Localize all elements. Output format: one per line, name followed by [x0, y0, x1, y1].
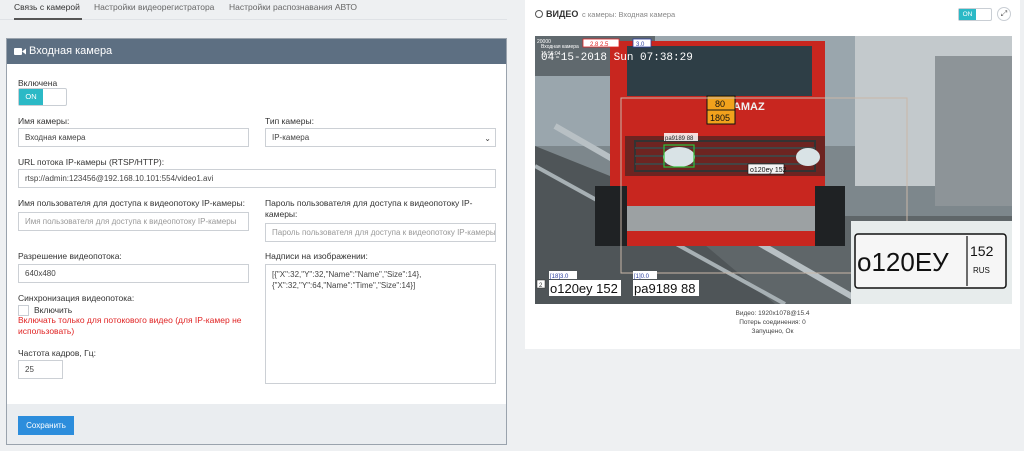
video-subtitle: с камеры: Входная камера [582, 10, 676, 19]
camera-type-label: Тип камеры: [265, 116, 314, 126]
tab-recognition-settings[interactable]: Настройки распознавания АВТО [229, 0, 357, 20]
overlay-label: Надписи на изображении: [265, 251, 368, 261]
video-status-resolution: Видео: 1920x1078@15.4 [735, 310, 810, 317]
panel-title: Входная камера [29, 45, 113, 57]
stream-url-label: URL потока IP-камеры (RTSP/HTTP): [18, 157, 165, 167]
video-toggle[interactable]: ON [958, 8, 992, 21]
overlay-blue-box-label: 3.0 [636, 42, 645, 48]
expand-icon[interactable]: ⤢ [997, 7, 1011, 21]
result-2-tag: [1]0.0 [634, 274, 650, 280]
enabled-toggle[interactable]: ON [18, 88, 67, 106]
camera-type-value: IP-камера [272, 133, 310, 142]
zoom-plate-number: о120ЕУ [857, 247, 949, 277]
camera-type-select[interactable]: IP-камера ⌄ [265, 128, 496, 147]
panel-footer: Сохранить [7, 404, 506, 444]
stream-password-input[interactable]: Пароль пользователя для доступа к видеоп… [265, 223, 496, 242]
video-title: ВИДЕО [546, 9, 579, 19]
fps-input[interactable]: 25 [18, 360, 63, 379]
result-1-tag: [18]3.0 [550, 274, 569, 280]
overlay-red-box-label: 2.8 2.5 [590, 42, 609, 48]
stream-url-input[interactable]: rtsp://admin:123456@192.168.10.101:554/v… [18, 169, 496, 188]
stream-user-input[interactable]: Имя пользователя для доступа к видеопото… [18, 212, 249, 231]
stream-user-label: Имя пользователя для доступа к видеопото… [18, 198, 245, 208]
camera-settings-panel: Входная камера Включена ON Имя камеры: В… [6, 38, 507, 445]
clock-icon [535, 10, 543, 18]
chevron-down-icon: ⌄ [484, 134, 491, 143]
resolution-label: Разрешение видеопотока: [18, 251, 122, 261]
overlay-camera-name: Входная камера [541, 44, 579, 50]
video-status-connection-loss: Потерь соединения: 0 [739, 319, 806, 326]
overlay-timestamp: 04-15-2018 Sun 07:38:29 [541, 52, 693, 64]
tab-recorder-settings[interactable]: Настройки видеорегистратора [94, 0, 214, 20]
tab-camera-connection[interactable]: Связь с камерой [14, 0, 82, 20]
hazard-bottom-text: 1805 [710, 113, 730, 123]
panel-header: Входная камера [7, 39, 506, 64]
stream-password-label: Пароль пользователя для доступа к видеоп… [265, 198, 473, 219]
truck-plate-text: о120еу 152 [750, 167, 787, 174]
sync-warning: Включать только для потокового видео (дл… [18, 315, 242, 336]
video-toggle-state: ON [959, 9, 976, 20]
headlight-left [663, 147, 695, 167]
video-status-state: Запущено, Ок [751, 328, 794, 335]
resolution-input[interactable]: 640x480 [18, 264, 249, 283]
overlay-textarea[interactable]: [{"X":32,"Y":32,"Name":"Name","Size":14}… [265, 264, 496, 384]
video-camera-icon [14, 48, 26, 55]
result-1-text: о120еу 152 [550, 281, 618, 296]
detected-plate-label: ра9189 88 [665, 136, 694, 142]
headlight-right [796, 148, 820, 166]
zoom-plate-region: 152 [970, 243, 994, 259]
hazard-top-text: 80 [715, 99, 725, 109]
tab-bar: Связь с камерой Настройки видеорегистрат… [0, 0, 507, 20]
result-2-text: ра9189 88 [634, 281, 695, 296]
fps-label: Частота кадров, Гц: [18, 348, 96, 358]
camera-name-label: Имя камеры: [18, 116, 70, 126]
enabled-toggle-state: ON [19, 89, 43, 105]
zoom-plate-country: RUS [973, 266, 990, 275]
video-panel: ВИДЕО с камеры: Входная камера ON ⤢ KAMA… [525, 0, 1020, 349]
save-button[interactable]: Сохранить [18, 416, 74, 435]
enabled-label: Включена [18, 78, 58, 88]
sync-label: Синхронизация видеопотока: [18, 293, 135, 303]
video-feed: KAMAZ 80 1805 ра9189 88 о120еу 152 о120Е… [535, 36, 1012, 304]
sync-checkbox-label: Включить [34, 305, 73, 315]
camera-name-input[interactable]: Входная камера [18, 128, 249, 147]
